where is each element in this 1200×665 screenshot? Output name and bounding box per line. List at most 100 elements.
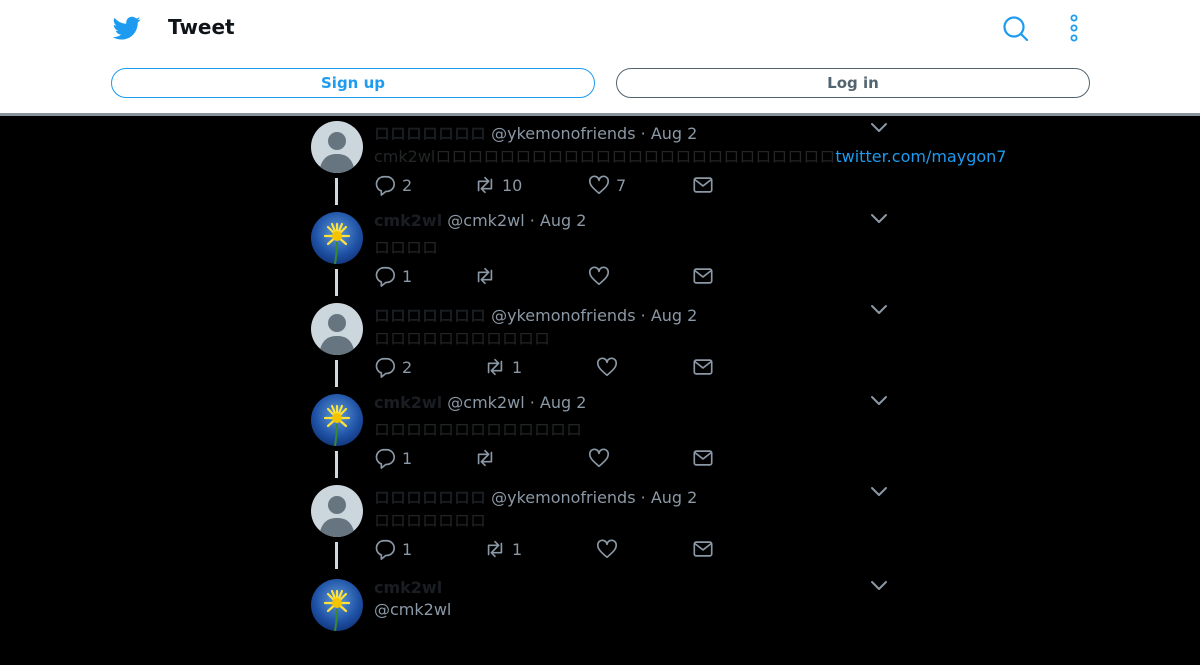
retweet-icon [477,267,493,285]
mail-icon [693,268,713,284]
retweet-icon [477,449,493,467]
share-via-message-button[interactable] [692,174,720,196]
tweet-header: ロロロロロロロ @ykemonofriends · Aug 2 [374,302,697,326]
thread-connector-line [335,451,338,478]
like-count: 7 [616,175,627,195]
retweet-icon [487,358,503,376]
tweet-date[interactable]: · Aug 2 [530,211,587,230]
chevron-down-icon[interactable] [869,120,889,136]
avatar[interactable] [311,121,363,173]
retweet-button[interactable]: 10 [474,174,522,196]
share-via-message-button[interactable] [692,356,720,378]
retweet-count: 10 [502,175,523,195]
reply-count: 1 [402,539,413,559]
like-button[interactable] [596,356,624,378]
share-via-message-button[interactable] [692,447,720,469]
retweet-count: 1 [512,357,523,377]
author-name[interactable]: ロロロロロロロ [374,306,486,325]
avatar-dandelion-image [311,394,363,446]
avatar[interactable] [311,394,363,446]
tweet-header: ロロロロロロロ @ykemonofriends · Aug 2 [374,484,697,508]
tweet-date[interactable]: · Aug 2 [641,124,698,143]
author-handle[interactable]: @cmk2wl [442,393,530,412]
mail-icon [693,177,713,193]
heart-icon [597,539,617,559]
more-options-icon[interactable] [1066,14,1082,42]
reply-count: 1 [402,448,413,468]
reply-icon [375,266,395,287]
retweet-button[interactable]: 1 [484,356,522,378]
avatar[interactable] [311,485,363,537]
author-handle[interactable]: @ykemonofriends [486,124,641,143]
tweet-header: ロロロロロロロ @ykemonofriends · Aug 2 [374,120,697,144]
tweet-date[interactable]: · Aug 2 [641,488,698,507]
top-bar: Tweet Sign up Log in [0,0,1200,116]
thread-connector-line [335,269,338,296]
default-avatar-icon [311,121,363,173]
log-in-button[interactable]: Log in [616,68,1090,98]
retweet-button[interactable] [474,265,502,287]
like-button[interactable] [588,265,616,287]
reply-button[interactable]: 1 [374,447,412,469]
twitter-bird-icon[interactable] [112,14,142,42]
author-name[interactable]: cmk2wl [374,578,442,597]
author-name[interactable]: ロロロロロロロ [374,488,486,507]
like-button[interactable] [596,538,624,560]
author-handle[interactable]: @ykemonofriends [486,306,641,325]
tweet-header: cmk2wl @cmk2wl · Aug 2 [374,393,586,412]
avatar[interactable] [311,303,363,355]
share-via-message-button[interactable] [692,265,720,287]
reply-icon [375,448,395,469]
tweet-thread: ロロロロロロロ @ykemonofriends · Aug 2 cmk2wl ロロロ… [0,116,1200,631]
author-handle[interactable]: @cmk2wl [374,600,451,619]
sign-up-button[interactable]: Sign up [111,68,595,98]
thread-connector-line [335,360,338,387]
tweet: ロロロロロロロ @ykemonofriends · Aug 2 ロロロロロロロロロ… [0,298,1200,389]
author-handle[interactable]: @ykemonofriends [486,488,641,507]
retweet-button[interactable] [474,447,502,469]
chevron-down-icon[interactable] [869,211,889,227]
retweet-icon [487,540,503,558]
reply-button[interactable]: 1 [374,265,412,287]
avatar-dandelion-image [311,212,363,264]
tweet: ロロロロロロロ @ykemonofriends · Aug 2 cmk2wlロロロ… [0,116,1200,207]
reply-button[interactable]: 2 [374,356,412,378]
tweet-text: ロロロロロロロ [374,511,487,530]
default-avatar-icon [311,303,363,355]
chevron-down-icon[interactable] [869,484,889,500]
tweet: ロロロロロロロ @ykemonofriends · Aug 2 ロロロロロロロ 1 1 [0,480,1200,571]
mail-icon [693,359,713,375]
author-name[interactable]: ロロロロロロロ [374,124,486,143]
tweet: cmk2wl @cmk2wl · Aug 2 ロロロロ 1 [0,207,1200,298]
reply-count: 1 [402,266,413,286]
tweet-date[interactable]: · Aug 2 [641,306,698,325]
author-name[interactable]: cmk2wl [374,211,442,230]
chevron-down-icon[interactable] [869,302,889,318]
chevron-down-icon[interactable] [869,393,889,409]
chevron-down-icon[interactable] [869,578,889,594]
reply-button[interactable]: 1 [374,538,412,560]
tweet: cmk2wl @cmk2wl [0,574,1200,665]
like-button[interactable]: 7 [588,174,626,196]
tweet-link[interactable]: twitter.com/maygon7 [835,147,1006,166]
avatar[interactable] [311,579,363,631]
share-via-message-button[interactable] [692,538,720,560]
avatar-dandelion-image [311,579,363,631]
page-title: Tweet [168,15,235,39]
reply-count: 2 [402,357,413,377]
thread-connector-line [335,178,338,205]
tweet-header: cmk2wl @cmk2wl · Aug 2 [374,211,586,230]
tweet-text: ロロロロ [374,238,439,257]
avatar[interactable] [311,212,363,264]
tweet-date[interactable]: · Aug 2 [530,393,587,412]
tweet: cmk2wl @cmk2wl · Aug 2 ロロロロロロロロロロロロロ 1 [0,389,1200,480]
retweet-count: 1 [512,539,523,559]
tweet-text: ロロロロロロロロロロロ [374,329,551,348]
author-handle[interactable]: @cmk2wl [442,211,530,230]
author-name[interactable]: cmk2wl [374,393,442,412]
search-icon[interactable] [1002,15,1028,41]
reply-button[interactable]: 2 [374,174,412,196]
author-name-text[interactable]: cmk2wl [374,578,442,597]
retweet-button[interactable]: 1 [484,538,522,560]
like-button[interactable] [588,447,616,469]
